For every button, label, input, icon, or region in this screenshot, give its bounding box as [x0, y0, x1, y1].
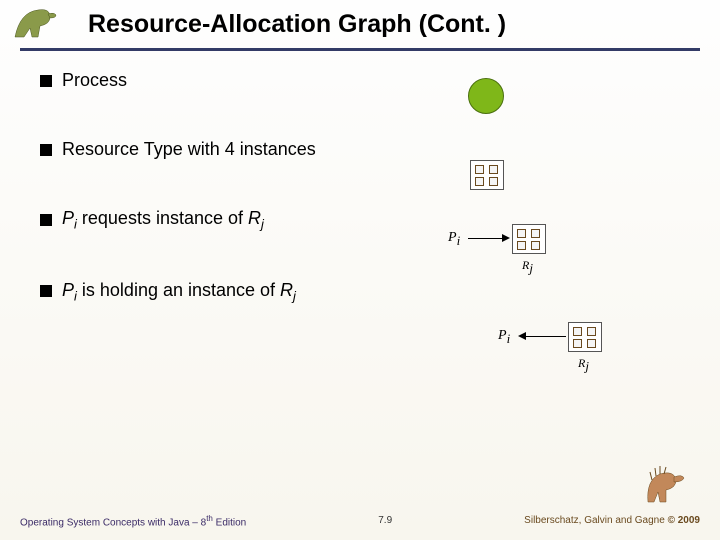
- slide-number: 7.9: [378, 515, 392, 526]
- var-r: R: [248, 208, 261, 228]
- sub-j: j: [261, 217, 264, 232]
- resource-box-4-icon: [470, 160, 504, 190]
- footer-copyright: © 2009: [668, 515, 700, 526]
- dinosaur-logo-right: [640, 462, 692, 510]
- text-mid: is holding an instance of: [77, 280, 280, 300]
- var-p: P: [62, 208, 74, 228]
- instance-dot: [587, 339, 596, 348]
- sub-j: j: [529, 260, 533, 275]
- sub-j: j: [585, 358, 589, 373]
- instance-dot: [517, 229, 526, 238]
- slide-footer: Operating System Concepts with Java – 8t…: [20, 514, 700, 528]
- footer-right: Silberschatz, Galvin and Gagne © 2009: [524, 515, 700, 526]
- dinosaur-logo-left: [10, 2, 80, 44]
- instance-dot: [531, 229, 540, 238]
- var-r: R: [280, 280, 293, 300]
- square-bullet-icon: [40, 75, 52, 87]
- bullet-text: Pi requests instance of Rj: [62, 208, 264, 232]
- instance-dot: [475, 177, 484, 186]
- bullet-resource-type: Resource Type with 4 instances: [40, 139, 680, 160]
- instance-dot: [489, 165, 498, 174]
- instance-dot: [531, 241, 540, 250]
- instance-dot: [573, 327, 582, 336]
- resource-box-request: [512, 224, 546, 254]
- footer-sup: th: [206, 514, 213, 523]
- bullet-text: Resource Type with 4 instances: [62, 139, 316, 160]
- square-bullet-icon: [40, 144, 52, 156]
- footer-left: Operating System Concepts with Java – 8t…: [20, 514, 246, 528]
- instance-dot: [517, 241, 526, 250]
- slide-content: Process Resource Type with 4 instances P…: [40, 70, 680, 351]
- square-bullet-icon: [40, 285, 52, 297]
- label-pi: Pi: [448, 230, 460, 249]
- slide-title: Resource-Allocation Graph (Cont. ): [88, 10, 506, 39]
- hold-arrow-head: [518, 332, 526, 340]
- process-circle-icon: [468, 78, 504, 114]
- bullet-requests: Pi requests instance of Rj: [40, 208, 680, 232]
- sub-j: j: [293, 288, 296, 303]
- label-rj: Rj: [522, 258, 533, 276]
- slide-header: Resource-Allocation Graph (Cont. ): [0, 0, 720, 60]
- footer-text: Operating System Concepts with Java – 8: [20, 517, 206, 528]
- hold-arrow-line: [526, 336, 566, 337]
- instance-dot: [587, 327, 596, 336]
- var-p: P: [62, 280, 74, 300]
- bullet-text: Pi is holding an instance of Rj: [62, 280, 296, 304]
- instance-dot: [489, 177, 498, 186]
- footer-text: Silberschatz, Galvin and Gagne: [524, 515, 667, 526]
- request-arrow-head: [502, 234, 510, 242]
- square-bullet-icon: [40, 214, 52, 226]
- label-pi-hold: Pi: [498, 328, 510, 347]
- bullet-process: Process: [40, 70, 680, 91]
- var-p: P: [448, 230, 457, 245]
- resource-box-hold: [568, 322, 602, 352]
- label-rj-hold: Rj: [578, 356, 589, 374]
- bullet-holding: Pi is holding an instance of Rj: [40, 280, 680, 304]
- title-underline: [20, 48, 700, 51]
- text-mid: requests instance of: [77, 208, 248, 228]
- sub-i: i: [457, 233, 461, 248]
- instance-dot: [475, 165, 484, 174]
- footer-text: Edition: [213, 517, 246, 528]
- sub-i: i: [507, 331, 511, 346]
- bullet-text: Process: [62, 70, 127, 91]
- var-p: P: [498, 328, 507, 343]
- request-arrow-line: [468, 238, 504, 239]
- instance-dot: [573, 339, 582, 348]
